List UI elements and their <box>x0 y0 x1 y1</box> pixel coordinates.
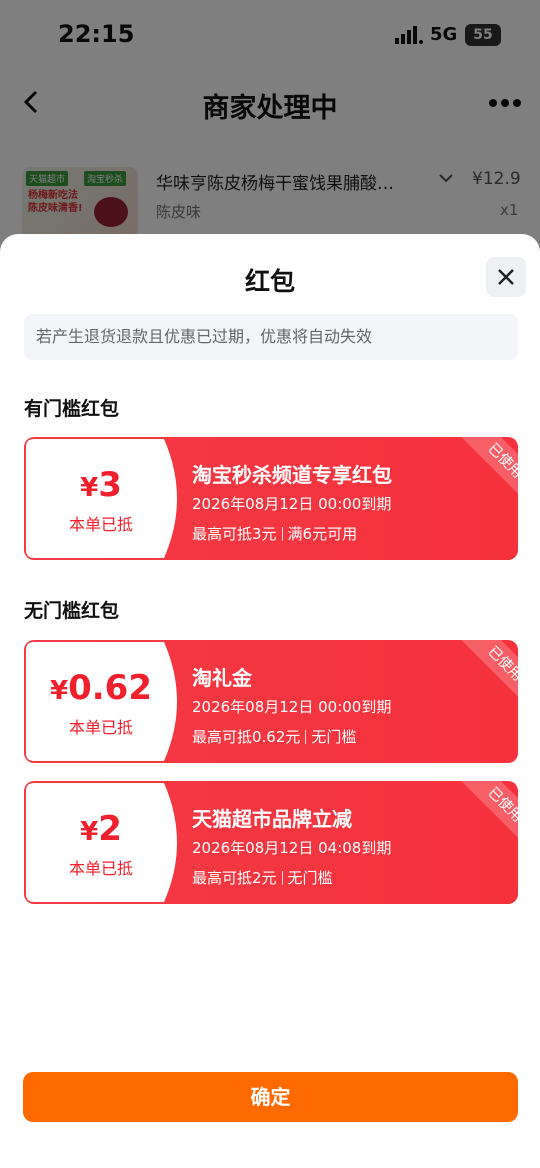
used-badge: 已使用 <box>456 437 518 510</box>
coupon-card[interactable]: ¥3 本单已抵 淘宝秒杀频道专享红包 2026年08月12日 00:00到期 最… <box>24 437 518 560</box>
coupon-amount: ¥3 <box>80 465 122 505</box>
coupon-amount-panel: ¥2 本单已抵 <box>26 783 190 902</box>
coupon-applied-label: 本单已抵 <box>68 718 133 737</box>
coupon-applied-label: 本单已抵 <box>68 859 133 878</box>
used-badge: 已使用 <box>456 640 518 713</box>
coupon-expiry: 2026年08月12日 04:08到期 <box>192 839 392 857</box>
used-badge: 已使用 <box>456 781 518 854</box>
red-packet-sheet: 红包 若产生退货退款且优惠已过期，优惠将自动失效 有门槛红包 ¥3 本单已抵 淘… <box>0 234 540 1168</box>
notice-banner: 若产生退货退款且优惠已过期，优惠将自动失效 <box>24 314 518 360</box>
coupon-expiry: 2026年08月12日 00:00到期 <box>192 495 392 513</box>
section-title-no-threshold: 无门槛红包 <box>24 600 120 622</box>
coupon-rule: 最高可抵3元 满6元可用 <box>192 525 358 543</box>
coupon-applied-label: 本单已抵 <box>68 515 133 534</box>
coupon-rule: 最高可抵2元 无门槛 <box>192 869 333 887</box>
coupon-amount-panel: ¥0.62 本单已抵 <box>26 642 190 761</box>
confirm-button[interactable]: 确定 <box>23 1072 518 1122</box>
coupon-expiry: 2026年08月12日 00:00到期 <box>192 698 392 716</box>
coupon-name: 淘宝秒杀频道专享红包 <box>192 463 392 487</box>
section-title-threshold: 有门槛红包 <box>24 398 120 420</box>
coupon-amount: ¥2 <box>80 809 122 849</box>
sheet-title: 红包 <box>244 267 295 296</box>
coupon-amount-panel: ¥3 本单已抵 <box>26 439 190 558</box>
coupon-name: 天猫超市品牌立减 <box>192 807 352 831</box>
close-icon <box>498 269 514 285</box>
coupon-card[interactable]: ¥0.62 本单已抵 淘礼金 2026年08月12日 00:00到期 最高可抵0… <box>24 640 518 763</box>
coupon-rule: 最高可抵0.62元 无门槛 <box>192 728 357 746</box>
coupon-amount: ¥0.62 <box>50 668 152 708</box>
close-button[interactable] <box>486 257 526 297</box>
coupon-name: 淘礼金 <box>192 666 252 690</box>
coupon-card[interactable]: ¥2 本单已抵 天猫超市品牌立减 2026年08月12日 04:08到期 最高可… <box>24 781 518 904</box>
